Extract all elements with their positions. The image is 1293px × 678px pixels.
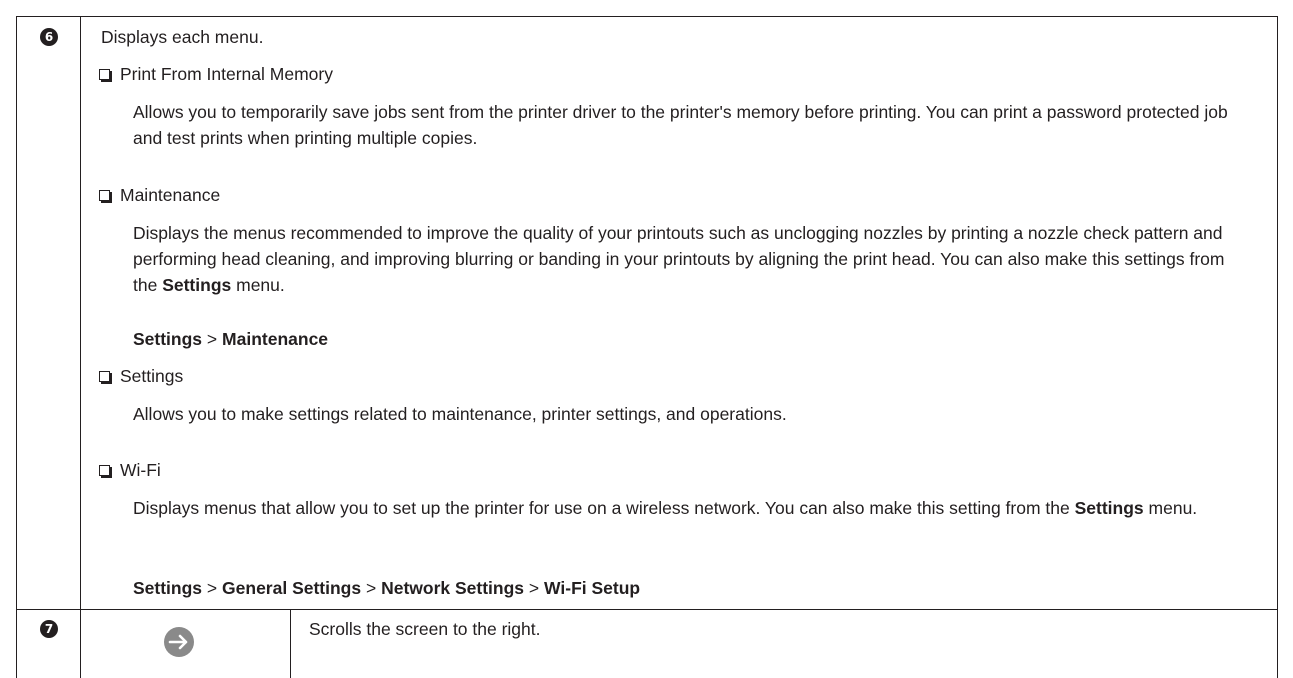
- table-top-border: [16, 16, 1278, 17]
- item-description-settings: Allows you to make settings related to m…: [133, 404, 787, 424]
- menu-path-maintenance: Settings > Maintenance: [133, 326, 328, 352]
- checkbox-bullet-icon: [99, 371, 110, 382]
- row-intro: Displays each menu.: [101, 27, 264, 47]
- menu-path-wi-fi: Settings > General Settings > Network Se…: [133, 575, 640, 601]
- item-title-wi-fi: Wi-Fi: [120, 460, 161, 480]
- path-step: Settings: [133, 329, 203, 349]
- checkbox-bullet-icon: [99, 190, 110, 201]
- item-description-end: menu.: [1148, 498, 1198, 518]
- item-title-settings: Settings: [120, 366, 184, 386]
- item-title-print-from-internal-memory: Print From Internal Memory: [120, 64, 333, 84]
- path-separator: >: [206, 329, 218, 349]
- table-left-border: [16, 16, 17, 678]
- path-separator: >: [365, 578, 377, 598]
- path-step: Maintenance: [222, 329, 329, 349]
- row-7-description: Scrolls the screen to the right.: [309, 619, 541, 639]
- checkbox-bullet-icon: [99, 465, 110, 476]
- table-column-divider: [80, 16, 81, 678]
- path-step: Settings: [133, 578, 203, 598]
- row-number-6: 6: [40, 28, 58, 46]
- item-description-bold: Settings: [1074, 498, 1144, 518]
- table-right-border: [1277, 16, 1278, 678]
- path-step: Wi-Fi Setup: [544, 578, 641, 598]
- item-description-wi-fi: Displays menus that allow you to set up …: [133, 495, 1253, 521]
- right-arrow-circle-icon: [164, 627, 194, 657]
- path-step: General Settings: [222, 578, 362, 598]
- table-row-divider: [16, 609, 1278, 610]
- row-number-7: 7: [40, 620, 58, 638]
- icon-cell-divider: [290, 609, 291, 678]
- item-description-end: menu.: [236, 275, 285, 295]
- item-title-maintenance: Maintenance: [120, 185, 221, 205]
- item-description-print-from-internal-memory: Allows you to temporarily save jobs sent…: [133, 102, 1228, 148]
- path-separator: >: [528, 578, 540, 598]
- item-description-text: Displays menus that allow you to set up …: [133, 498, 1070, 518]
- checkbox-bullet-icon: [99, 69, 110, 80]
- item-description-text: Displays the menus recommended to improv…: [133, 223, 1225, 295]
- path-step: Network Settings: [381, 578, 525, 598]
- item-description-maintenance: Displays the menus recommended to improv…: [133, 220, 1253, 298]
- path-separator: >: [206, 578, 218, 598]
- item-description-bold: Settings: [162, 275, 232, 295]
